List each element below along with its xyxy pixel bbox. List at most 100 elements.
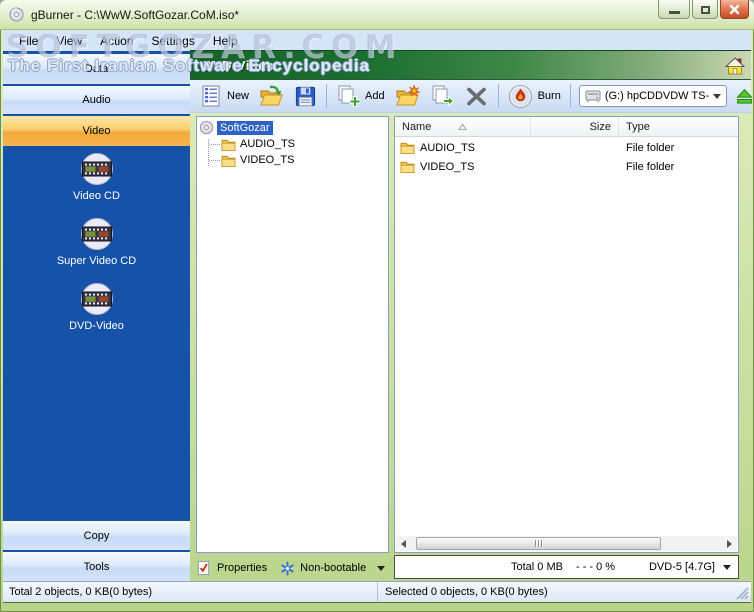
burn-button-label: Burn xyxy=(537,90,561,102)
drive-select[interactable]: (G:) hpCDDVDW TS- xyxy=(578,85,728,107)
chevron-down-icon[interactable] xyxy=(723,564,731,570)
menu-help[interactable]: Help xyxy=(204,32,247,50)
status-total: Total 2 objects, 0 KB(0 bytes) xyxy=(3,582,378,602)
sidebar-item-audio[interactable]: Audio xyxy=(3,86,190,114)
menu-bar: File View Action Settings Help xyxy=(3,30,751,51)
menu-action[interactable]: Action xyxy=(91,32,142,50)
sidebar-item-super-video-cd[interactable]: Super Video CD xyxy=(3,216,190,267)
sidebar-item-video-cd[interactable]: Video CD xyxy=(3,151,190,202)
sidebar-item-data[interactable]: Data xyxy=(3,54,190,84)
column-label: Size xyxy=(589,120,611,133)
burn-button[interactable]: Burn xyxy=(503,82,566,111)
add-button-label: Add xyxy=(365,90,385,102)
drive-icon xyxy=(585,90,601,103)
minimize-icon xyxy=(668,11,680,14)
sidebar-item-label: Video CD xyxy=(73,190,120,202)
column-header-name[interactable]: Name xyxy=(395,117,531,136)
home-button[interactable] xyxy=(724,55,746,77)
capacity-percent: - - - 0 % xyxy=(575,561,616,573)
extract-button[interactable] xyxy=(425,82,459,110)
tree-root-row[interactable]: SoftGozar xyxy=(199,119,386,136)
boot-mode-button[interactable]: Non-bootable xyxy=(280,560,386,576)
compilation-tree: SoftGozar AUDIO_TS VIDEO_TS xyxy=(196,116,389,553)
eject-icon xyxy=(736,88,753,104)
status-selected-container: Selected 0 objects, 0 KB(0 bytes) xyxy=(378,582,751,602)
close-button[interactable] xyxy=(720,0,749,19)
folder-icon xyxy=(221,155,236,167)
folder-icon xyxy=(221,139,236,151)
sidebar: Data Audio Video Video CD Super Video CD… xyxy=(3,51,190,581)
sidebar-item-dvd-video[interactable]: DVD-Video xyxy=(3,281,190,332)
resize-grip[interactable] xyxy=(736,587,749,600)
minimize-button[interactable] xyxy=(658,0,690,19)
file-name: VIDEO_TS xyxy=(420,160,475,173)
new-button[interactable]: New xyxy=(195,82,254,110)
new-folder-icon xyxy=(395,84,420,106)
non-bootable-icon xyxy=(281,560,294,576)
chevron-down-icon xyxy=(713,93,722,99)
column-label: Name xyxy=(402,120,432,133)
tree-item-audio-ts[interactable]: AUDIO_TS xyxy=(209,136,386,152)
app-disc-icon xyxy=(9,7,24,22)
burn-disc-icon xyxy=(508,84,532,108)
file-row-video-ts[interactable]: VIDEO_TS File folder xyxy=(395,158,738,175)
toolbar-separator xyxy=(569,84,571,108)
save-button[interactable] xyxy=(289,83,322,110)
section-header: DVD-Video xyxy=(190,50,751,80)
application-window: gBurner - C:\WwW.SoftGozar.CoM.iso* File… xyxy=(0,0,754,612)
compilation-footer: Properties Non-bootable xyxy=(196,556,389,580)
new-document-icon xyxy=(202,85,220,107)
menu-settings[interactable]: Settings xyxy=(143,32,204,50)
sidebar-item-tools[interactable]: Tools xyxy=(3,552,190,581)
properties-label: Properties xyxy=(217,562,268,574)
super-video-cd-icon xyxy=(80,218,113,250)
sidebar-item-video[interactable]: Video xyxy=(3,116,190,146)
capacity-total: Total 0 MB xyxy=(511,561,563,573)
window-title: gBurner - C:\WwW.SoftGozar.CoM.iso* xyxy=(31,7,240,22)
properties-button[interactable]: Properties xyxy=(196,560,267,576)
delete-button[interactable] xyxy=(459,82,494,110)
drive-select-value: (G:) hpCDDVDW TS- xyxy=(604,90,710,102)
tree-item-video-ts[interactable]: VIDEO_TS xyxy=(209,152,386,168)
file-row-audio-ts[interactable]: AUDIO_TS File folder xyxy=(395,139,738,156)
horizontal-scrollbar[interactable] xyxy=(396,536,737,551)
page-title: DVD-Video xyxy=(203,57,275,73)
tree-item-label: AUDIO_TS xyxy=(240,138,296,150)
eject-button[interactable] xyxy=(736,88,753,105)
column-label: Type xyxy=(626,120,650,133)
file-list: Name Size Type AUDIO_TS File folder VIDE… xyxy=(394,116,739,553)
maximize-icon xyxy=(700,6,710,14)
column-header-type[interactable]: Type xyxy=(619,117,738,136)
open-folder-icon xyxy=(260,85,283,106)
file-type: File folder xyxy=(626,141,675,154)
maximize-button[interactable] xyxy=(692,0,718,19)
file-name: AUDIO_TS xyxy=(420,141,476,154)
add-button[interactable]: Add xyxy=(331,82,390,110)
delete-x-icon xyxy=(466,87,486,106)
tree-root-label[interactable]: SoftGozar xyxy=(217,120,273,135)
column-header-size[interactable]: Size xyxy=(531,117,619,136)
sidebar-item-label: Video xyxy=(82,125,111,137)
properties-check-icon xyxy=(197,560,210,576)
menu-file[interactable]: File xyxy=(10,32,47,50)
toolbar-separator xyxy=(326,84,328,108)
scroll-left-button[interactable] xyxy=(396,536,411,551)
extract-files-icon xyxy=(432,85,454,107)
menu-view[interactable]: View xyxy=(47,32,91,50)
scroll-right-icon xyxy=(727,539,732,548)
add-files-icon xyxy=(338,85,361,107)
scroll-right-button[interactable] xyxy=(722,536,737,551)
disc-icon xyxy=(199,120,214,135)
media-type-value[interactable]: DVD-5 [4.7G] xyxy=(649,561,715,573)
sidebar-item-label: Copy xyxy=(83,529,110,542)
new-button-label: New xyxy=(227,90,250,102)
open-button[interactable] xyxy=(254,82,289,110)
sidebar-item-copy[interactable]: Copy xyxy=(3,521,190,550)
file-type: File folder xyxy=(626,160,675,173)
status-bar: Total 2 objects, 0 KB(0 bytes) Selected … xyxy=(3,581,751,603)
scrollbar-thumb[interactable] xyxy=(416,537,661,550)
home-icon xyxy=(725,57,745,75)
new-folder-button[interactable] xyxy=(390,82,425,110)
sidebar-item-label: Super Video CD xyxy=(56,255,137,267)
sort-ascending-icon xyxy=(458,123,468,130)
